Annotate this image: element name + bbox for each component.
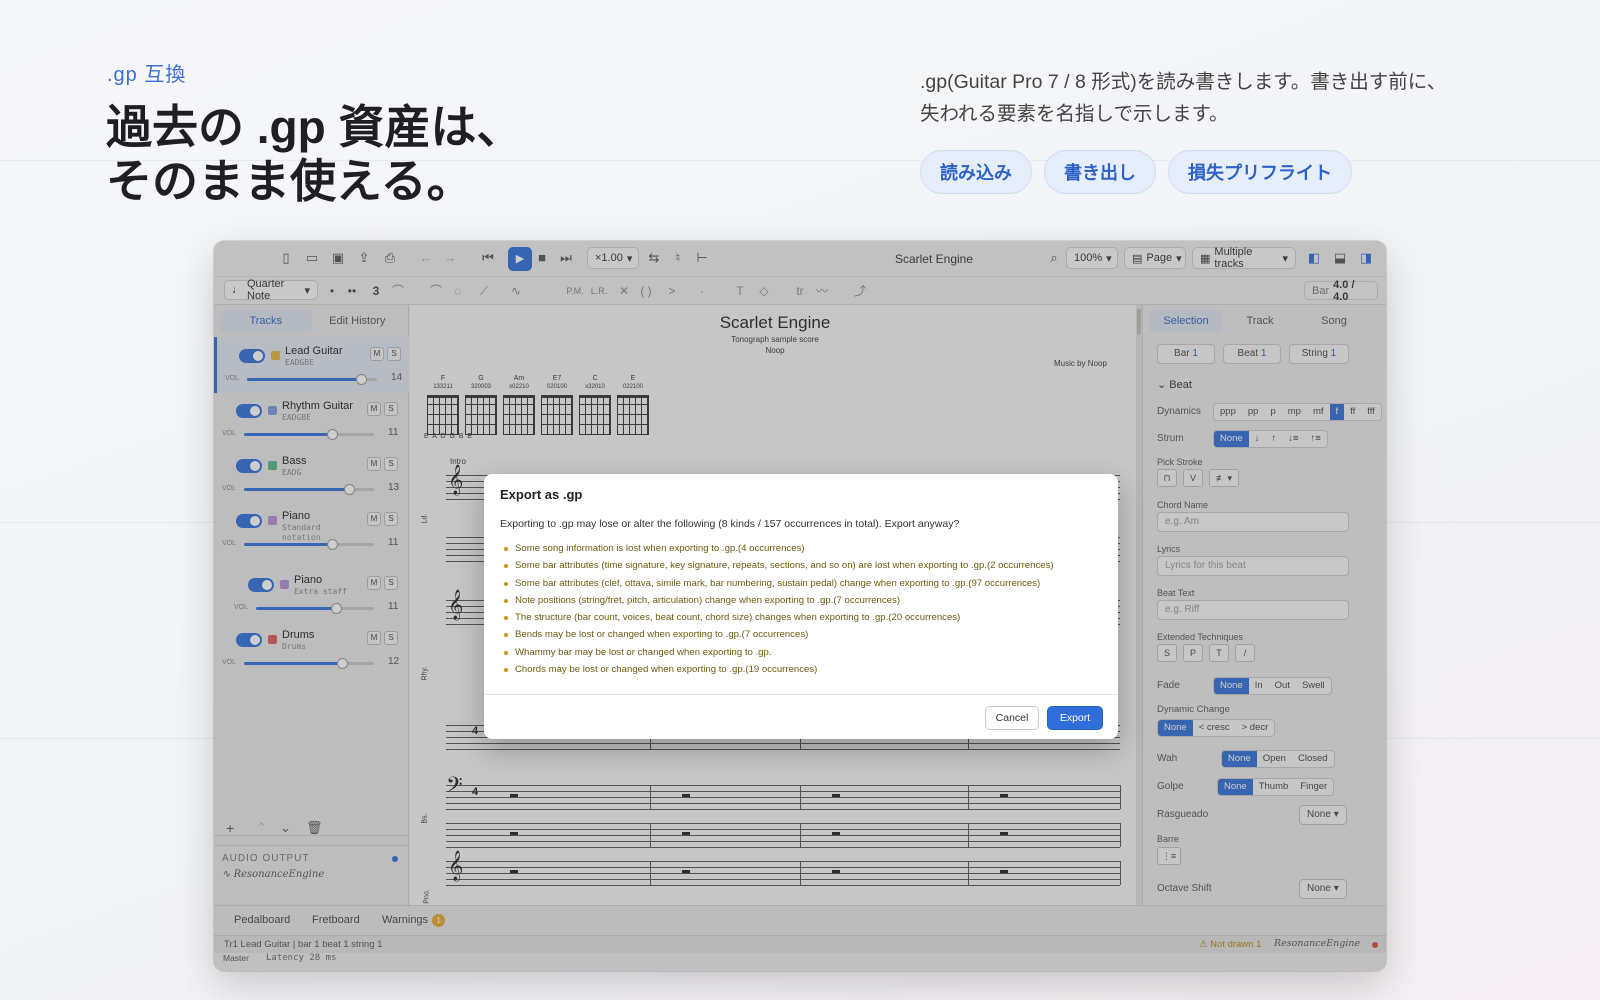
- headline: 過去の .gp 資産は、 そのまま使える。: [106, 100, 523, 208]
- export-dialog: Export as .gp Exporting to .gp may lose …: [484, 474, 1118, 739]
- loss-item: Some bar attributes (clef, ottava, simil…: [500, 575, 1110, 592]
- headline-line-2: そのまま使える。: [106, 155, 473, 207]
- app-window: ▯ ▭ ▣ ⇪ ⎙ ← → ⏮ ▶ ■ ⏭ ×1.00 ▾ ⇆ ♮ ⊢ Scarl…: [214, 241, 1386, 971]
- description-line-2: 失われる要素を名指しで示します。: [920, 103, 1229, 125]
- pill-loss-preflight[interactable]: 損失プリフライト: [1168, 150, 1352, 194]
- loss-item: Bends may be lost or changed when export…: [500, 626, 1110, 643]
- loss-item: Whammy bar may be lost or changed when e…: [500, 644, 1110, 661]
- loss-list: Some song information is lost when expor…: [500, 540, 1110, 678]
- feature-pills: 読み込み 書き出し 損失プリフライト: [920, 150, 1352, 194]
- dialog-intro: Exporting to .gp may lose or alter the f…: [500, 518, 960, 530]
- description-line-1: .gp(Guitar Pro 7 / 8 形式)を読み書きします。書き出す前に、: [920, 71, 1447, 93]
- dialog-title: Export as .gp: [500, 487, 583, 502]
- description: .gp(Guitar Pro 7 / 8 形式)を読み書きします。書き出す前に、…: [920, 66, 1540, 130]
- eyebrow-label: .gp 互換: [107, 64, 187, 86]
- loss-item: Some song information is lost when expor…: [500, 540, 1110, 557]
- loss-item: Note positions (string/fret, pitch, arti…: [500, 592, 1110, 609]
- pill-import[interactable]: 読み込み: [920, 150, 1032, 194]
- pill-export[interactable]: 書き出し: [1044, 150, 1156, 194]
- headline-line-1: 過去の .gp 資産は、: [106, 101, 523, 153]
- dialog-divider: [484, 694, 1118, 695]
- cancel-button[interactable]: Cancel: [985, 706, 1039, 730]
- export-button[interactable]: Export: [1047, 706, 1103, 730]
- loss-item: Chords may be lost or changed when expor…: [500, 661, 1110, 678]
- loss-item: Some bar attributes (time signature, key…: [500, 557, 1110, 574]
- loss-item: The structure (bar count, voices, beat c…: [500, 609, 1110, 626]
